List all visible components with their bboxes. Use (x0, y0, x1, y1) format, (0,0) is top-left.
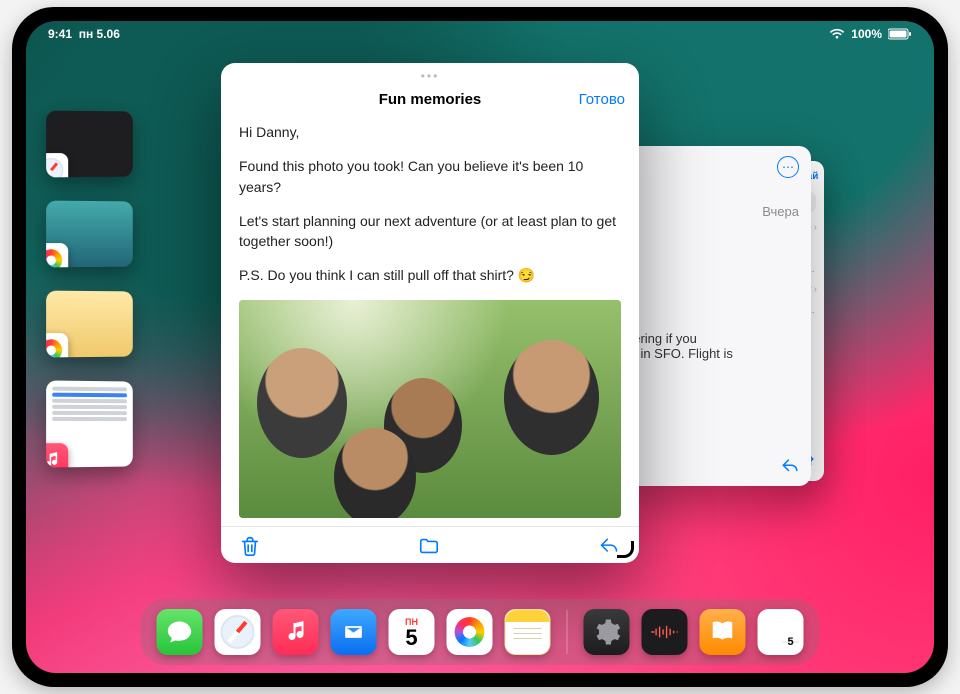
email-line-3: P.S. Do you think I can still pull off t… (239, 265, 621, 285)
dock: ПН 5 (141, 599, 820, 665)
photos-icon (46, 243, 68, 267)
wifi-icon (829, 28, 845, 40)
safari-icon (46, 153, 68, 177)
email-line-1: Found this photo you took! Can you belie… (239, 156, 621, 197)
dock-calendar[interactable]: ПН 5 (389, 609, 435, 655)
status-time: 9:41 (48, 27, 72, 41)
stage-item-photos-2[interactable] (46, 291, 133, 358)
email-window[interactable]: ••• Fun memories Готово Hi Danny, Found … (221, 63, 639, 563)
folder-icon[interactable] (417, 535, 441, 557)
stage-item-photos-1[interactable] (46, 201, 133, 268)
done-button[interactable]: Готово (579, 91, 625, 108)
resize-handle-icon[interactable] (619, 543, 637, 561)
dock-photos[interactable] (447, 609, 493, 655)
email-title: Fun memories (379, 91, 482, 108)
status-bar: 9:41 пн 5.06 100% (48, 27, 912, 41)
reply-icon[interactable] (779, 457, 801, 478)
email-header: Fun memories Готово (221, 83, 639, 122)
email-body: Hi Danny, Found this photo you took! Can… (221, 122, 639, 526)
dock-books[interactable] (700, 609, 746, 655)
dock-mail[interactable] (331, 609, 377, 655)
email-toolbar (221, 526, 639, 563)
photos-icon (46, 333, 68, 357)
more-icon[interactable]: ⋯ (777, 156, 799, 178)
yesterday-label: Вчера (623, 204, 799, 219)
stage-item-music[interactable] (46, 380, 133, 467)
dock-settings[interactable] (584, 609, 630, 655)
status-right: 100% (829, 27, 912, 41)
mail-list-window[interactable]: ⋯ Вчера (611, 146, 811, 486)
email-greeting: Hi Danny, (239, 122, 621, 142)
dock-music[interactable] (273, 609, 319, 655)
stage-manager-stack (46, 111, 134, 467)
stage-item-safari[interactable] (46, 111, 133, 178)
window-grabber-icon[interactable]: ••• (421, 69, 440, 83)
music-icon (46, 443, 68, 467)
ipad-frame: 9:41 пн 5.06 100% (12, 7, 948, 687)
dock-separator (567, 610, 568, 654)
email-line-2: Let's start planning our next adventure … (239, 211, 621, 252)
dock-voice-memos[interactable] (642, 609, 688, 655)
dock-messages[interactable] (157, 609, 203, 655)
mail-preview-text: dering if you m in SFO. Flight is (626, 331, 796, 361)
battery-percent: 100% (851, 27, 882, 41)
status-date: пн 5.06 (79, 27, 120, 41)
trash-icon[interactable] (239, 535, 261, 557)
screen: 9:41 пн 5.06 100% (26, 21, 934, 673)
dock-safari[interactable] (215, 609, 261, 655)
calendar-day: 5 (405, 627, 417, 649)
dock-recent-split[interactable] (758, 609, 804, 655)
status-left: 9:41 пн 5.06 (48, 27, 120, 41)
email-photo-attachment[interactable] (239, 300, 621, 518)
battery-icon (888, 28, 912, 40)
dock-notes[interactable] (505, 609, 551, 655)
